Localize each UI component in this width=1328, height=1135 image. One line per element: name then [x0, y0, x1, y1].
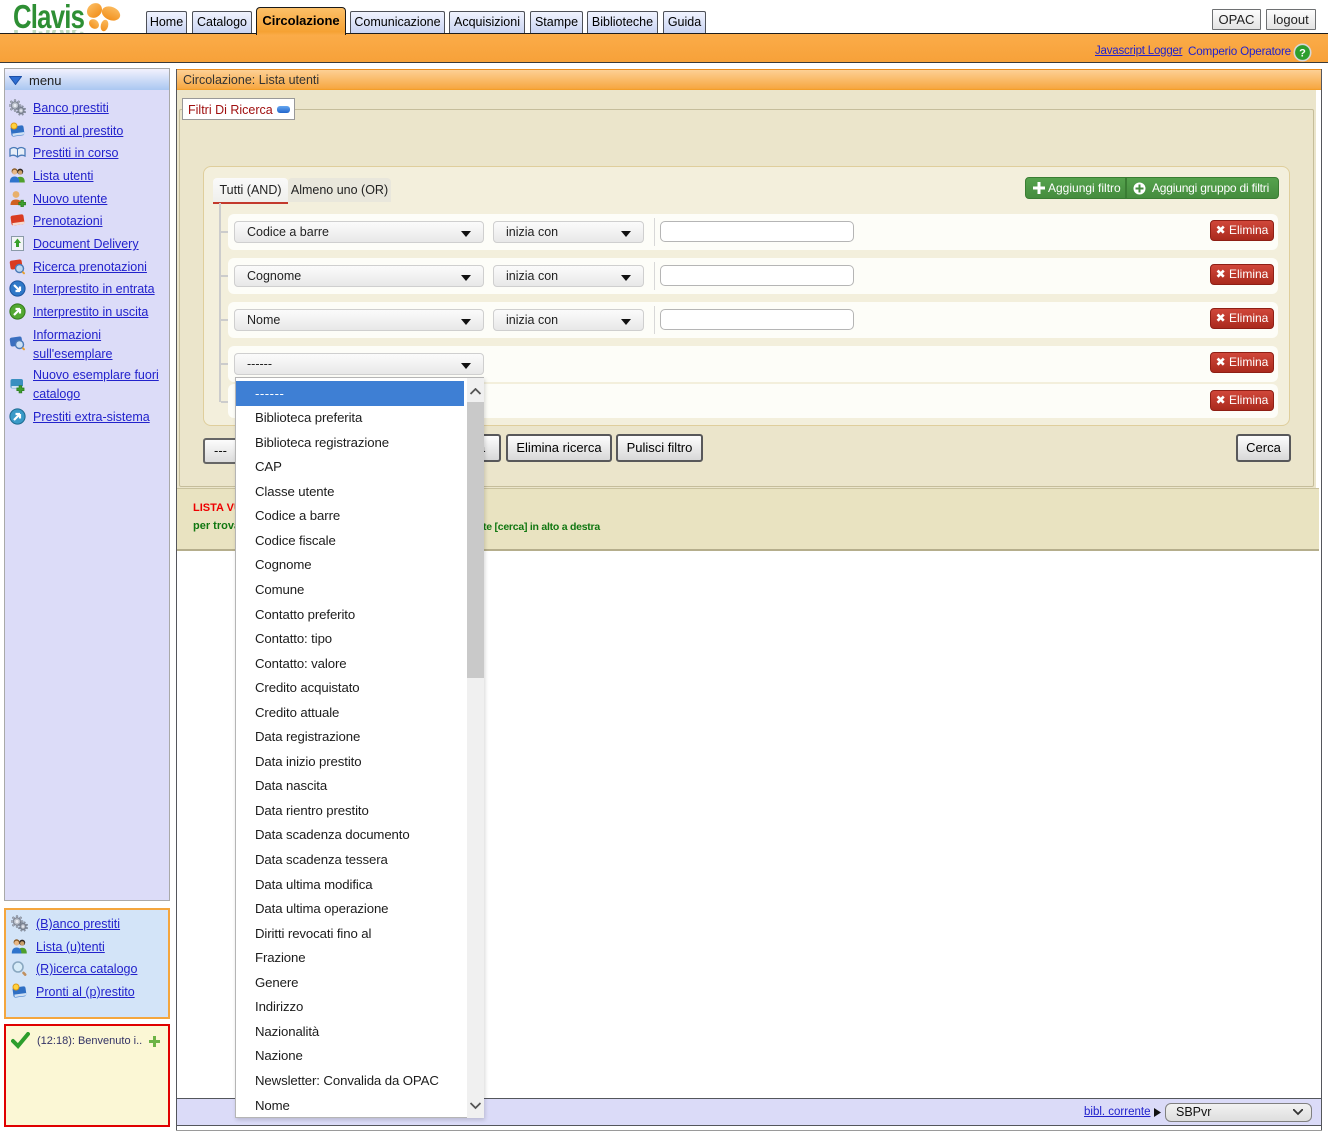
svg-text:?: ?: [1299, 47, 1306, 59]
